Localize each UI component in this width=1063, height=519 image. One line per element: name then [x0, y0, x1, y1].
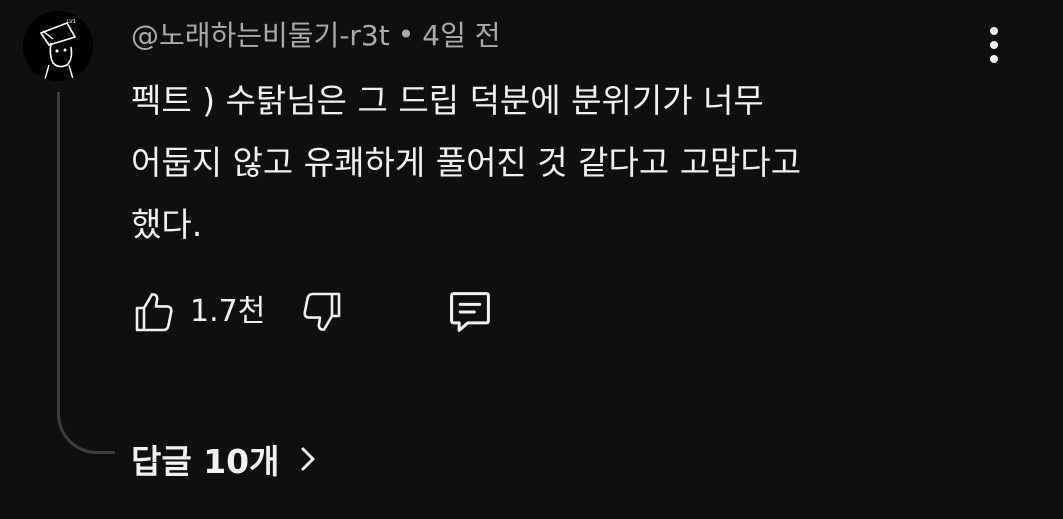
avatar-drawing: LV1: [23, 11, 93, 81]
reply-button[interactable]: [444, 286, 496, 338]
more-options-button[interactable]: [974, 20, 1014, 70]
comment-icon: [450, 292, 490, 332]
comment-header: @노래하는비둘기-r3t • 4일 전: [131, 14, 501, 54]
like-button[interactable]: [128, 286, 180, 338]
svg-text:LV1: LV1: [67, 19, 76, 25]
thumb-down-icon: [303, 292, 341, 331]
comment-text-line: 어둡지 않고 유쾌하게 풀어진 것 같다고 고맙다고: [131, 143, 802, 182]
comment-text-line: 펙트 ) 수탉님은 그 드립 덕분에 분위기가 너무: [131, 81, 764, 120]
more-vertical-icon-dot: [990, 55, 998, 63]
replies-label: 답글 10개: [131, 442, 280, 481]
more-vertical-icon-dot: [990, 41, 998, 49]
avatar[interactable]: LV1: [23, 11, 93, 81]
author-name[interactable]: @노래하는비둘기-r3t: [131, 14, 390, 54]
dislike-button[interactable]: [296, 286, 348, 338]
view-replies-button[interactable]: 답글 10개: [131, 436, 320, 482]
thumb-up-icon: [135, 293, 173, 332]
comment-body: 펙트 ) 수탉님은 그 드립 덕분에 분위기가 너무 어둡지 않고 유쾌하게 풀…: [131, 70, 951, 256]
meta-separator: •: [397, 17, 415, 51]
comment-timestamp[interactable]: 4일 전: [422, 14, 500, 54]
comment-text-line: 했다.: [131, 205, 203, 244]
more-vertical-icon: [990, 27, 998, 35]
chevron-right-icon: [296, 444, 320, 474]
comment-actions: 1.7천: [128, 286, 528, 338]
reply-thread-line: [57, 92, 115, 454]
like-count: 1.7천: [190, 294, 266, 329]
